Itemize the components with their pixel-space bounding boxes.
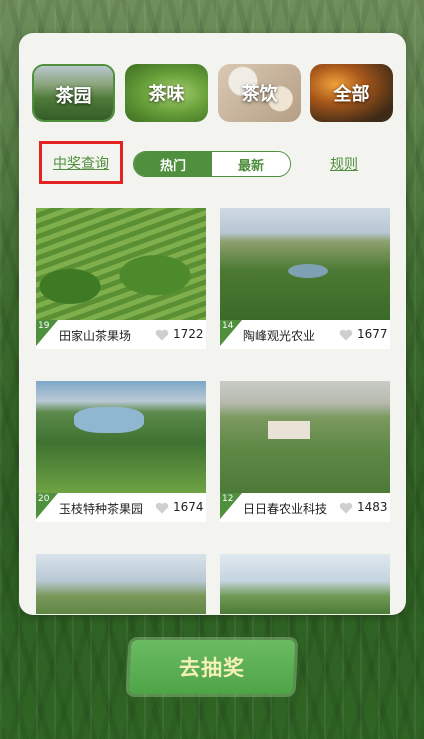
rules-link[interactable]: 规则	[330, 154, 358, 174]
farm-name: 陶峰观光农业	[243, 329, 316, 343]
winner-query-label: 中奖查询	[53, 155, 109, 172]
like-count: 1483	[357, 500, 388, 514]
heart-icon[interactable]	[155, 502, 169, 514]
category-tea-drink[interactable]: 茶饮	[218, 64, 301, 122]
heart-icon[interactable]	[339, 502, 353, 514]
farm-photo	[220, 381, 390, 493]
main-panel: 茶园 茶味 茶饮 全部 中奖查询 热门 最新 规则 19 田家山茶果场 1722…	[19, 33, 406, 615]
rank-number: 14	[222, 321, 234, 331]
farm-card[interactable]	[220, 554, 390, 614]
category-label: 茶饮	[241, 84, 278, 105]
category-row: 茶园 茶味 茶饮 全部	[32, 64, 393, 122]
category-label: 茶园	[55, 86, 92, 107]
farm-name: 田家山茶果场	[59, 329, 132, 343]
farm-photo	[36, 381, 206, 493]
like-count: 1722	[173, 327, 204, 341]
tab-hot[interactable]: 热门	[134, 152, 212, 176]
rank-number: 19	[38, 321, 50, 331]
category-label: 全部	[333, 84, 370, 105]
farm-card[interactable]: 20 玉枝特种茶果园 1674	[36, 381, 206, 522]
farm-photo	[220, 208, 390, 320]
draw-lottery-button[interactable]: 去抽奖	[128, 640, 296, 694]
like-count: 1677	[357, 327, 388, 341]
farm-name: 玉枝特种茶果园	[59, 502, 144, 516]
farm-photo	[36, 554, 206, 614]
farm-photo	[220, 554, 390, 614]
farm-card[interactable]: 14 陶峰观光农业 1677	[220, 208, 390, 349]
rank-number: 20	[38, 494, 50, 504]
draw-lottery-label: 去抽奖	[179, 656, 245, 680]
heart-icon[interactable]	[155, 329, 169, 341]
like-count: 1674	[173, 500, 204, 514]
farm-card[interactable]: 12 日日春农业科技 1483	[220, 381, 390, 522]
farm-photo	[36, 208, 206, 320]
winner-query-link[interactable]: 中奖查询	[39, 141, 123, 184]
sort-toggle: 热门 最新	[133, 151, 291, 177]
farm-card[interactable]	[36, 554, 206, 614]
category-tea-garden[interactable]: 茶园	[32, 64, 115, 122]
category-all[interactable]: 全部	[310, 64, 393, 122]
heart-icon[interactable]	[339, 329, 353, 341]
rank-number: 12	[222, 494, 234, 504]
farm-name: 日日春农业科技	[243, 502, 328, 516]
category-label: 茶味	[148, 84, 185, 105]
category-tea-taste[interactable]: 茶味	[125, 64, 208, 122]
farm-card[interactable]: 19 田家山茶果场 1722	[36, 208, 206, 349]
tab-new[interactable]: 最新	[212, 152, 290, 176]
